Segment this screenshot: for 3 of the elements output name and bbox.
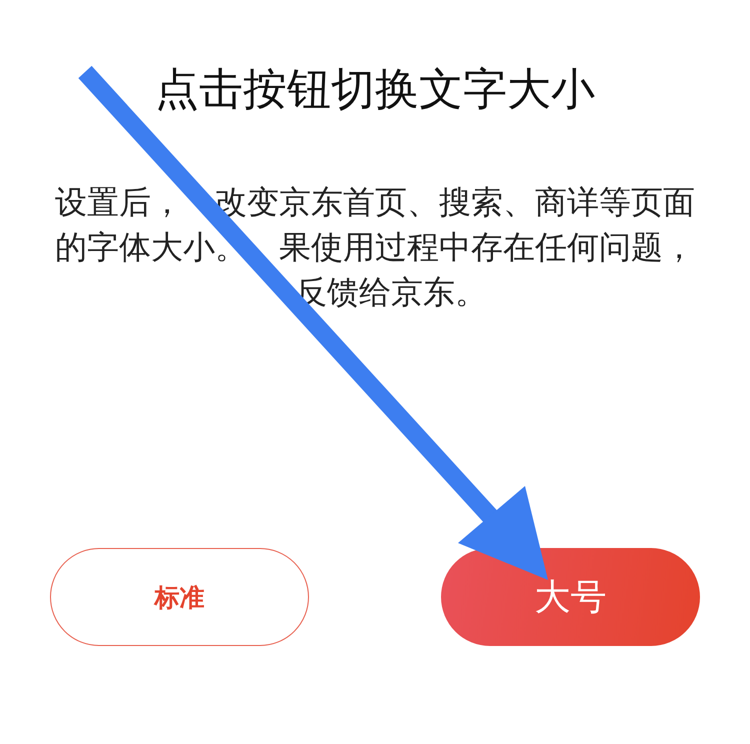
size-option-button[interactable]: 标准 [50,548,309,646]
page-title: 点击按钮切换文字大小 [155,64,595,116]
size-option-button[interactable]: 大号 [441,548,700,646]
